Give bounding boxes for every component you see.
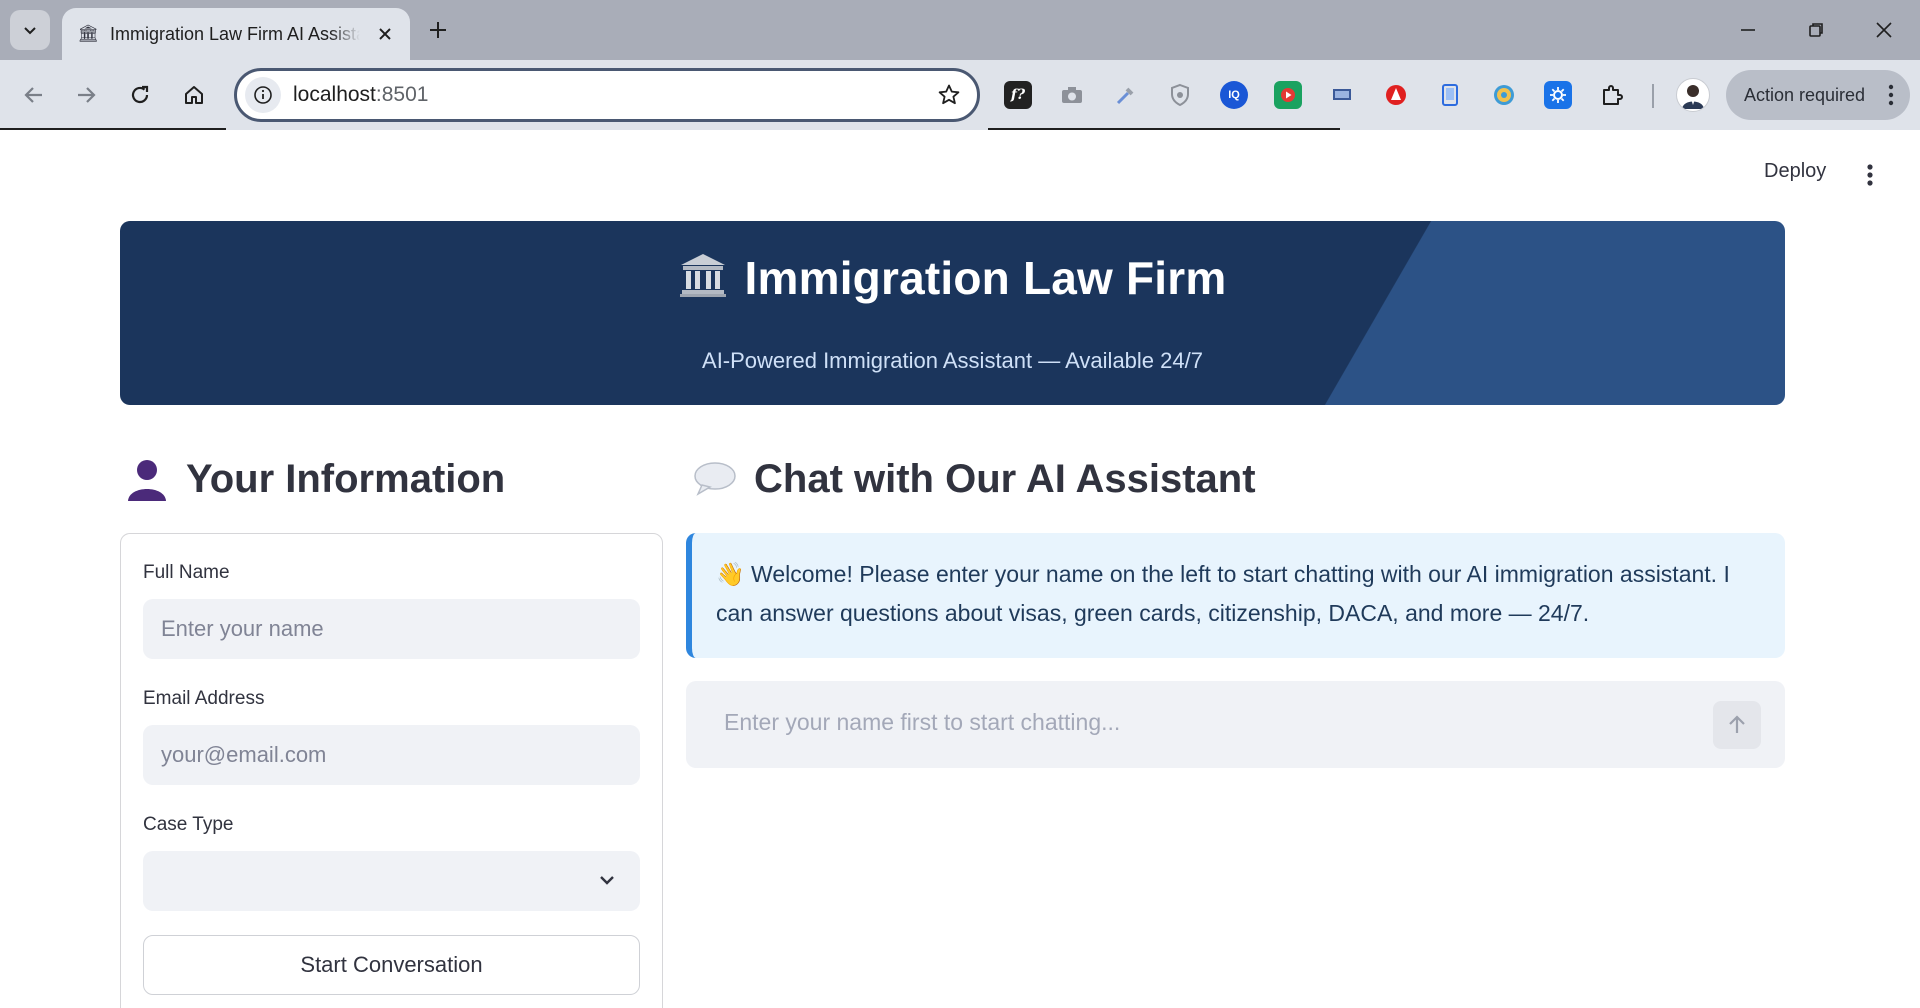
arrow-left-icon [24, 87, 42, 103]
minimize-icon [1741, 29, 1755, 31]
close-window-icon [1876, 22, 1892, 38]
case-type-select[interactable] [143, 851, 640, 911]
new-tab-button[interactable] [422, 14, 454, 46]
close-icon[interactable] [374, 23, 396, 45]
reload-icon [131, 85, 149, 104]
tab-title: Immigration Law Firm AI Assistant [110, 23, 360, 44]
speech-balloon-icon [692, 456, 738, 502]
back-button[interactable] [14, 75, 54, 115]
gear-extension-icon[interactable] [1544, 81, 1572, 109]
start-conversation-button[interactable]: Start Conversation [143, 935, 640, 995]
more-vertical-icon [1888, 83, 1894, 112]
more-vertical-icon [1867, 164, 1873, 186]
pdf-extension-icon[interactable] [1382, 81, 1410, 109]
reload-button[interactable] [120, 75, 160, 115]
video-record-extension-icon[interactable] [1274, 81, 1302, 109]
eyedropper-extension-icon[interactable] [1112, 81, 1140, 109]
banner-title: Immigration Law Firm [120, 251, 1785, 309]
main-menu-button[interactable] [1858, 160, 1882, 190]
send-button[interactable] [1713, 701, 1761, 749]
chat-input-placeholder: Enter your name first to start chatting.… [724, 709, 1121, 735]
waving-hand-icon: 👋 [716, 561, 745, 587]
bookmark-star-icon[interactable] [935, 81, 963, 109]
classical-building-icon [679, 252, 727, 309]
chevron-down-icon [24, 27, 36, 35]
close-window-button[interactable] [1856, 8, 1912, 52]
home-icon [185, 86, 203, 104]
site-info-icon[interactable] [245, 77, 281, 113]
tablet-extension-icon[interactable] [1436, 81, 1464, 109]
browser-toolbar: localhost:8501 f? IQ Action required [0, 60, 1920, 130]
email-input[interactable] [143, 725, 640, 785]
restore-button[interactable] [1788, 8, 1844, 52]
banner-subtitle: AI-Powered Immigration Assistant — Avail… [702, 348, 1203, 373]
header-banner: Immigration Law Firm AI-Powered Immigrat… [120, 221, 1785, 405]
action-required-button[interactable]: Action required [1726, 70, 1910, 120]
full-name-label: Full Name [143, 562, 230, 583]
welcome-info-box: 👋 Welcome! Please enter your name on the… [686, 533, 1785, 658]
browser-tab-active[interactable]: 🏛 Immigration Law Firm AI Assistant [62, 8, 410, 60]
loading-indicator [988, 128, 1340, 130]
your-information-heading: Your Information [124, 456, 505, 502]
cd-extension-icon[interactable] [1490, 81, 1518, 109]
forward-button[interactable] [66, 75, 106, 115]
chat-input[interactable]: Enter your name first to start chatting.… [686, 681, 1785, 768]
address-bar[interactable]: localhost:8501 [234, 68, 980, 122]
screen-extension-icon[interactable] [1328, 81, 1356, 109]
shield-extension-icon[interactable] [1166, 81, 1194, 109]
browser-tabstrip: 🏛 Immigration Law Firm AI Assistant [0, 0, 1920, 60]
restore-icon [1809, 23, 1823, 37]
home-button[interactable] [174, 75, 214, 115]
full-name-input[interactable] [143, 599, 640, 659]
formula-extension-icon[interactable]: f? [1004, 81, 1032, 109]
chat-heading: Chat with Our AI Assistant [692, 456, 1256, 502]
chevron-down-icon [596, 869, 618, 896]
camera-extension-icon[interactable] [1058, 81, 1086, 109]
puzzle-extensions-icon[interactable] [1598, 81, 1626, 109]
arrow-up-icon [1729, 715, 1745, 733]
url-text[interactable]: localhost:8501 [293, 83, 428, 107]
information-form: Full Name Email Address Case Type Start … [120, 533, 663, 1008]
welcome-message: Welcome! Please enter your name on the l… [716, 561, 1730, 626]
case-type-label: Case Type [143, 814, 234, 835]
user-silhouette-icon [124, 456, 170, 502]
email-label: Email Address [143, 688, 265, 709]
bank-icon: 🏛 [77, 24, 99, 43]
arrow-right-icon [78, 87, 96, 103]
tab-search-button[interactable] [10, 10, 50, 50]
iq-extension-icon[interactable]: IQ [1220, 81, 1248, 109]
deploy-button[interactable]: Deploy [1764, 160, 1826, 183]
minimize-button[interactable] [1720, 8, 1776, 52]
plus-icon [430, 22, 446, 38]
loading-indicator [0, 128, 226, 130]
toolbar-divider [1652, 84, 1654, 108]
profile-avatar[interactable] [1676, 78, 1710, 112]
